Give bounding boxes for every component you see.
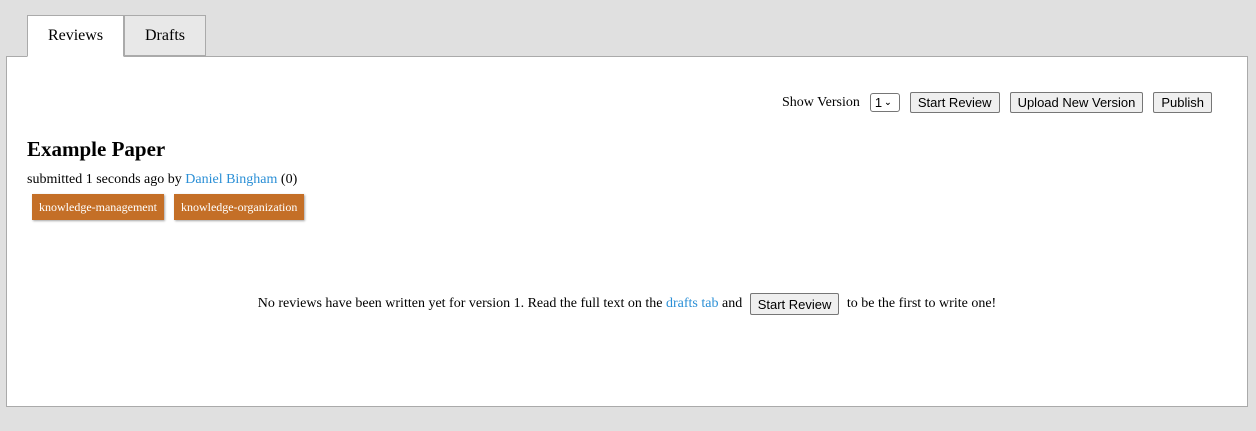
empty-text-before: No reviews have been written yet for ver… — [257, 296, 666, 311]
tag-knowledge-organization[interactable]: knowledge-organization — [173, 194, 305, 220]
version-select[interactable]: 1 ⌄ — [869, 93, 900, 112]
chevron-down-icon: ⌄ — [884, 97, 892, 107]
author-score: (0) — [280, 172, 298, 187]
paper-meta: submitted 1 seconds ago by Daniel Bingha… — [27, 172, 297, 188]
author-link[interactable]: Daniel Bingham — [185, 172, 277, 187]
drafts-tab-link[interactable]: drafts tab — [666, 296, 718, 312]
version-select-value: 1 — [874, 95, 883, 110]
start-review-button[interactable]: Start Review — [909, 92, 1000, 113]
no-reviews-message: No reviews have been written yet for ver… — [7, 293, 1247, 315]
empty-text-and: and — [718, 296, 746, 311]
reviews-panel: Show Version 1 ⌄ Start Review Upload New… — [6, 56, 1248, 407]
tab-reviews[interactable]: Reviews — [27, 15, 124, 57]
upload-new-version-button[interactable]: Upload New Version — [1009, 92, 1144, 113]
tag-knowledge-management[interactable]: knowledge-management — [32, 194, 164, 220]
publish-button[interactable]: Publish — [1153, 92, 1212, 113]
show-version-label: Show Version — [781, 94, 860, 110]
submitted-time: submitted 1 seconds ago — [27, 172, 165, 187]
empty-start-review-button[interactable]: Start Review — [749, 293, 840, 315]
version-toolbar: Show Version 1 ⌄ Start Review Upload New… — [782, 92, 1212, 113]
paper-title: Example Paper — [27, 137, 166, 161]
tab-bar: Reviews Drafts — [27, 15, 206, 57]
empty-text-after: to be the first to write one! — [843, 296, 997, 311]
tag-list: knowledge-management knowledge-organizat… — [32, 194, 305, 220]
by-label: by — [167, 172, 182, 187]
tab-drafts[interactable]: Drafts — [124, 15, 206, 56]
